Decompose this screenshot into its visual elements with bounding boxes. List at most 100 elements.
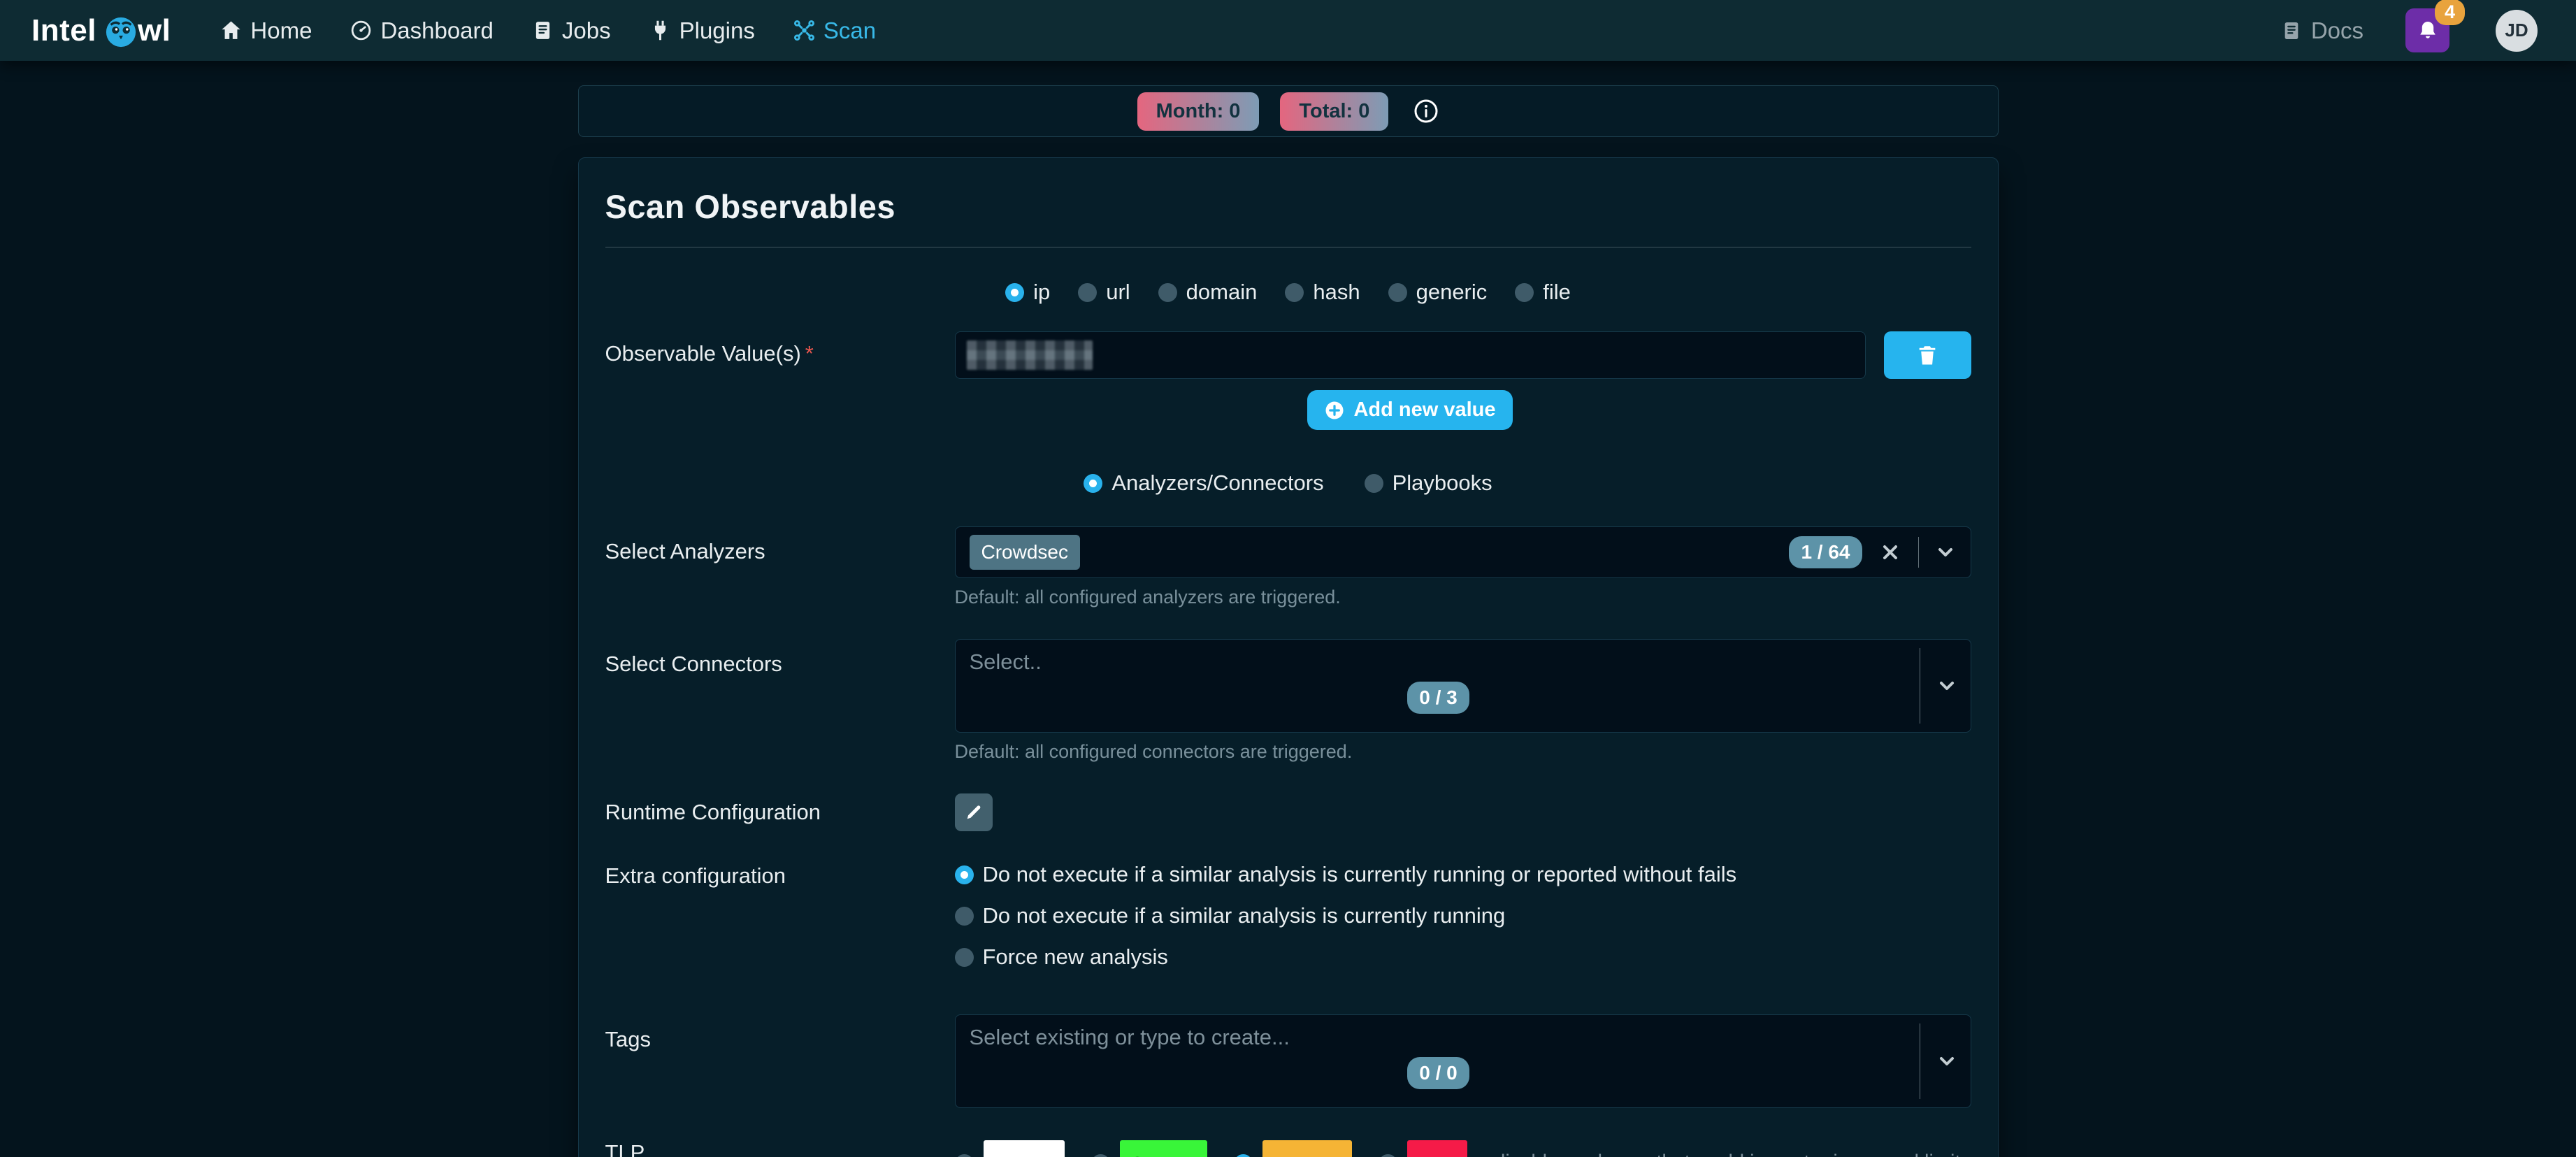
nav-item-label: Scan [823,17,876,44]
radio-dot [955,1154,974,1157]
docs-link[interactable]: Docs [2280,17,2363,44]
runtime-configuration-label: Runtime Configuration [605,800,955,825]
selected-analyzer-chip[interactable]: Crowdsec [970,535,1080,570]
extra-config-radio-no-repeat-running[interactable]: Do not execute if a similar analysis is … [955,903,1971,928]
tlp-white-badge: WHITE [984,1140,1065,1157]
nav-menu: Home Dashboard Jobs Plugins Scan [220,17,876,44]
connectors-count-badge: 0 / 3 [1407,682,1469,714]
plugins-icon [649,19,672,42]
tlp-radio-white[interactable]: WHITE [955,1140,1065,1157]
extra-config-radio-force-new[interactable]: Force new analysis [955,944,1971,970]
page-title: Scan Observables [605,187,1971,226]
nav-item-label: Home [250,17,312,44]
type-radio-hash[interactable]: hash [1285,280,1360,305]
radio-dot [1379,1154,1397,1157]
tags-multiselect[interactable]: Select existing or type to create... 0 /… [955,1014,1971,1108]
extra-configuration-row: Extra configuration Do not execute if a … [605,862,1971,970]
observable-type-radios: ip url domain hash generic file [605,280,1971,305]
extra-config-radio-no-repeat-without-fails[interactable]: Do not execute if a similar analysis is … [955,862,1971,887]
analyzers-count-badge: 1 / 64 [1789,536,1862,568]
navbar-right: Docs 4 JD [2280,8,2538,52]
runtime-configuration-row: Runtime Configuration [605,793,1971,831]
chevron-down-icon[interactable] [1936,1050,1958,1072]
tags-placeholder: Select existing or type to create... [970,1025,1908,1050]
tags-count-badge: 0 / 0 [1407,1057,1469,1089]
tags-row: Tags Select existing or type to create..… [605,1014,1971,1108]
nav-item-scan[interactable]: Scan [793,17,876,44]
tlp-green-badge: GREEN [1120,1140,1207,1157]
select-connectors-label: Select Connectors [605,639,955,677]
radio-dot [1365,474,1383,493]
type-radio-url[interactable]: url [1078,280,1130,305]
observable-value-label: Observable Value(s)* [605,331,955,366]
type-radio-generic[interactable]: generic [1388,280,1488,305]
pencil-icon [964,803,984,822]
notifications-button[interactable]: 4 [2405,8,2449,52]
nav-item-label: Jobs [562,17,611,44]
nav-item-jobs[interactable]: Jobs [531,17,611,44]
bell-icon [2416,19,2440,43]
type-radio-domain[interactable]: domain [1158,280,1258,305]
analyzers-multiselect[interactable]: Crowdsec 1 / 64 [955,526,1971,578]
month-quota-badge: Month: 0 [1137,92,1260,131]
radio-dot [1285,283,1304,302]
radio-dot [1091,1154,1110,1157]
dashboard-icon [350,19,373,42]
home-icon [220,19,243,42]
extra-configuration-label: Extra configuration [605,862,955,889]
edit-runtime-config-button[interactable] [955,793,993,831]
chevron-down-icon[interactable] [1936,675,1958,697]
scan-observables-card: Scan Observables ip url domain hash [578,157,1999,1157]
info-icon[interactable] [1413,99,1439,124]
type-radio-file[interactable]: file [1515,280,1571,305]
connectors-helper-text: Default: all configured connectors are t… [955,741,1971,763]
owl-logo-icon [105,16,137,48]
tlp-label: TLP [605,1140,955,1157]
add-new-value-button[interactable]: Add new value [1307,390,1512,430]
radio-dot [1158,283,1177,302]
tlp-radio-red[interactable]: RED [1379,1140,1467,1157]
radio-dot [1005,283,1024,302]
nav-item-dashboard[interactable]: Dashboard [350,17,493,44]
observable-value-input[interactable] [955,331,1866,379]
nav-item-plugins[interactable]: Plugins [649,17,755,44]
redacted-value-blur [967,340,1093,370]
clear-selection-icon[interactable] [1879,541,1901,563]
nav-item-home[interactable]: Home [220,17,312,44]
tlp-radio-green[interactable]: GREEN [1091,1140,1207,1157]
chevron-down-icon[interactable] [1934,541,1957,563]
brand-suffix: wl [138,13,171,48]
radio-dot [1084,474,1102,493]
docs-label: Docs [2311,17,2363,44]
navbar: Intel wl Home Dashboard Jobs [0,0,2576,61]
page-content: Month: 0 Total: 0 Scan Observables ip ur… [578,61,1999,1157]
tlp-red-badge: RED [1407,1140,1467,1157]
brand-prefix: Intel [31,13,96,48]
total-quota-badge: Total: 0 [1280,92,1388,131]
radio-dot [955,948,974,967]
radio-dot [955,865,974,884]
required-asterisk: * [805,341,814,366]
connectors-multiselect[interactable]: Select.. 0 / 3 [955,639,1971,733]
mode-radio-playbooks[interactable]: Playbooks [1365,470,1492,496]
select-connectors-row: Select Connectors Select.. 0 / 3 Default… [605,639,1971,763]
analyzers-helper-text: Default: all configured analyzers are tr… [955,587,1971,608]
remove-value-button[interactable] [1884,331,1971,379]
type-radio-ip[interactable]: ip [1005,280,1050,305]
quota-card: Month: 0 Total: 0 [578,85,1999,137]
tlp-radio-amber[interactable]: AMBER [1234,1140,1352,1157]
trash-icon [1915,343,1939,367]
brand-logo[interactable]: Intel wl [31,13,171,48]
notifications-count-badge: 4 [2435,0,2465,25]
select-analyzers-label: Select Analyzers [605,526,955,564]
jobs-icon [531,19,554,42]
radio-dot [1234,1154,1253,1157]
tlp-row: TLP WHITE GREEN AMBER [605,1140,1971,1157]
mode-radio-analyzers-connectors[interactable]: Analyzers/Connectors [1084,470,1323,496]
docs-icon [2280,20,2303,42]
tags-label: Tags [605,1014,955,1052]
select-divider [1918,537,1919,568]
avatar[interactable]: JD [2496,10,2538,52]
radio-dot [955,907,974,926]
connectors-placeholder: Select.. [970,649,1908,675]
